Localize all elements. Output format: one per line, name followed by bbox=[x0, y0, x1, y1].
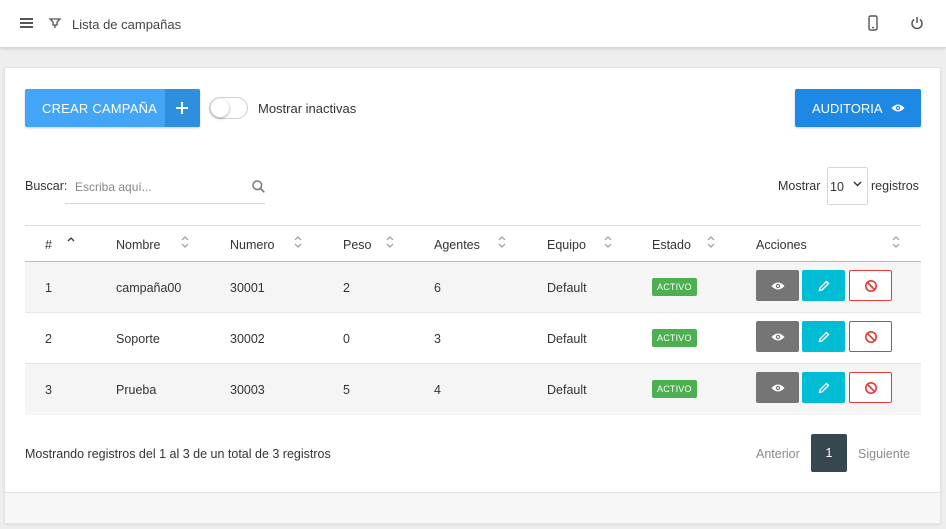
pagination-previous[interactable]: Anterior bbox=[756, 447, 800, 461]
cell-id: 1 bbox=[45, 281, 52, 295]
search-label: Buscar: bbox=[25, 179, 68, 193]
show-inactive-label: Mostrar inactivas bbox=[258, 101, 357, 116]
cell-peso: 0 bbox=[343, 332, 350, 346]
page-length-value: 10 bbox=[830, 180, 844, 194]
card-footer bbox=[5, 492, 940, 523]
search-input[interactable] bbox=[65, 170, 245, 203]
column-header-equipo[interactable]: Equipo bbox=[547, 238, 586, 252]
eye-icon bbox=[771, 282, 784, 289]
view-button[interactable] bbox=[756, 270, 799, 301]
sort-icon[interactable] bbox=[892, 235, 900, 249]
cell-nombre: campaña00 bbox=[116, 281, 182, 295]
sort-icon[interactable] bbox=[294, 235, 302, 249]
cell-id: 3 bbox=[45, 383, 52, 397]
pagination-next[interactable]: Siguiente bbox=[858, 447, 910, 461]
mobile-phone-icon[interactable] bbox=[868, 15, 878, 31]
sort-icon[interactable] bbox=[707, 235, 715, 249]
cell-equipo: Default bbox=[547, 281, 587, 295]
pencil-icon bbox=[818, 331, 829, 342]
edit-button[interactable] bbox=[802, 270, 845, 301]
edit-button[interactable] bbox=[802, 321, 845, 352]
sort-icon[interactable] bbox=[498, 235, 506, 249]
block-icon bbox=[864, 381, 877, 394]
column-header-estado[interactable]: Estado bbox=[652, 238, 691, 252]
page-title: Lista de campañas bbox=[72, 17, 182, 32]
campaign-icon bbox=[48, 18, 62, 28]
eye-icon bbox=[771, 384, 784, 391]
block-icon bbox=[864, 279, 877, 292]
table-header: # Nombre Numero Peso Agentes Equipo Esta… bbox=[25, 225, 921, 262]
table-row: 3 Prueba 30003 5 4 Default ACTIVO bbox=[25, 364, 921, 415]
page-length-select[interactable]: 10 bbox=[827, 167, 868, 205]
column-header-id[interactable]: # bbox=[45, 238, 52, 252]
toggle-knob bbox=[211, 99, 229, 117]
column-header-acciones[interactable]: Acciones bbox=[756, 238, 807, 252]
status-badge: ACTIVO bbox=[652, 278, 697, 296]
cell-agentes: 3 bbox=[434, 332, 441, 346]
eye-icon bbox=[771, 333, 784, 340]
create-campaign-label: CREAR CAMPAÑA bbox=[42, 101, 158, 116]
eye-icon bbox=[891, 104, 905, 112]
campaign-list-card: CREAR CAMPAÑA Mostrar inactivas AUDITORI… bbox=[4, 67, 941, 524]
cell-id: 2 bbox=[45, 332, 52, 346]
pencil-icon bbox=[818, 382, 829, 393]
audit-label: AUDITORIA bbox=[812, 101, 883, 116]
cell-peso: 2 bbox=[343, 281, 350, 295]
power-icon[interactable] bbox=[910, 15, 924, 31]
table-info: Mostrando registros del 1 al 3 de un tot… bbox=[25, 447, 331, 461]
audit-button[interactable]: AUDITORIA bbox=[795, 89, 921, 127]
sort-icon[interactable] bbox=[386, 235, 394, 249]
cell-equipo: Default bbox=[547, 332, 587, 346]
show-inactive-toggle[interactable] bbox=[209, 97, 248, 119]
view-button[interactable] bbox=[756, 372, 799, 403]
column-header-peso[interactable]: Peso bbox=[343, 238, 372, 252]
cell-peso: 5 bbox=[343, 383, 350, 397]
block-icon bbox=[864, 330, 877, 343]
column-header-agentes[interactable]: Agentes bbox=[434, 238, 480, 252]
plus-icon bbox=[165, 89, 200, 127]
edit-button[interactable] bbox=[802, 372, 845, 403]
search-icon[interactable] bbox=[252, 180, 265, 193]
search-field bbox=[65, 170, 265, 204]
cell-agentes: 4 bbox=[434, 383, 441, 397]
cell-equipo: Default bbox=[547, 383, 587, 397]
cell-numero: 30001 bbox=[230, 281, 265, 295]
view-button[interactable] bbox=[756, 321, 799, 352]
column-header-numero[interactable]: Numero bbox=[230, 238, 274, 252]
hamburger-menu-icon[interactable] bbox=[20, 18, 33, 29]
chevron-down-icon bbox=[853, 181, 862, 187]
pagination-page-1[interactable]: 1 bbox=[811, 434, 847, 472]
table-row: 2 Soporte 30002 0 3 Default ACTIVO bbox=[25, 313, 921, 364]
status-badge: ACTIVO bbox=[652, 380, 697, 398]
cell-agentes: 6 bbox=[434, 281, 441, 295]
cell-nombre: Prueba bbox=[116, 383, 157, 397]
table-row: 1 campaña00 30001 2 6 Default ACTIVO bbox=[25, 262, 921, 313]
sort-icon[interactable] bbox=[604, 235, 612, 249]
status-badge: ACTIVO bbox=[652, 329, 697, 347]
disable-button[interactable] bbox=[849, 270, 892, 301]
length-suffix: registros bbox=[871, 179, 919, 193]
cell-nombre: Soporte bbox=[116, 332, 160, 346]
length-prefix: Mostrar bbox=[778, 179, 821, 193]
sort-ascending-icon[interactable] bbox=[67, 235, 75, 249]
campaigns-table: # Nombre Numero Peso Agentes Equipo Esta… bbox=[25, 225, 921, 415]
pencil-icon bbox=[818, 280, 829, 291]
sort-icon[interactable] bbox=[181, 235, 189, 249]
top-app-bar: Lista de campañas bbox=[0, 0, 946, 48]
disable-button[interactable] bbox=[849, 372, 892, 403]
column-header-nombre[interactable]: Nombre bbox=[116, 238, 160, 252]
cell-numero: 30003 bbox=[230, 383, 265, 397]
create-campaign-button[interactable]: CREAR CAMPAÑA bbox=[25, 89, 200, 127]
cell-numero: 30002 bbox=[230, 332, 265, 346]
disable-button[interactable] bbox=[849, 321, 892, 352]
